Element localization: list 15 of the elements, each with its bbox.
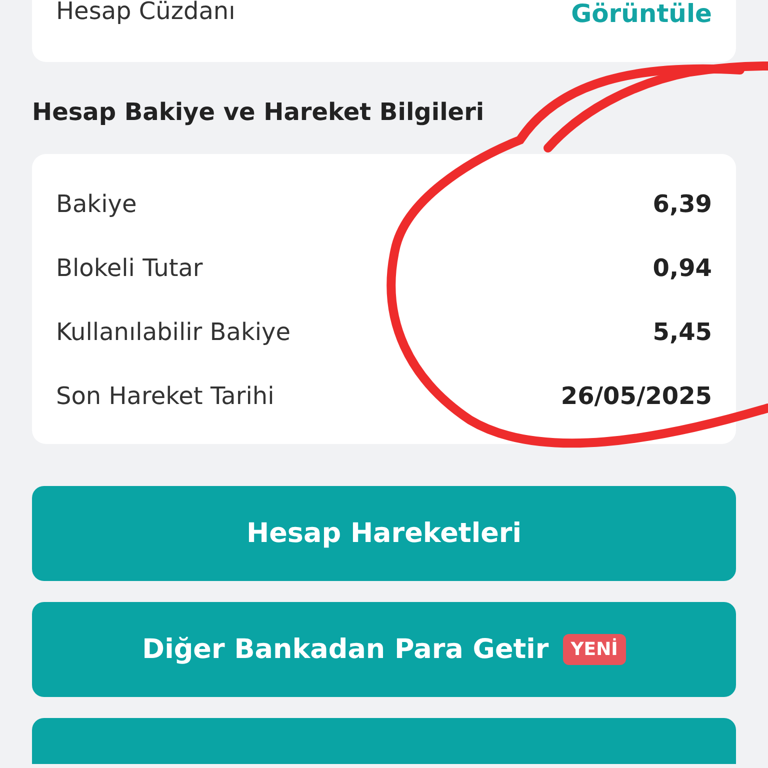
section-title: Hesap Bakiye ve Hareket Bilgileri [32, 97, 486, 128]
row-value: 6,39 [652, 190, 712, 218]
action-button[interactable]: Hesap Hareketleri [32, 486, 736, 581]
wallet-label: Hesap Cüzdanı [56, 0, 236, 24]
new-badge: YENİ [562, 634, 626, 665]
row-label: Blokeli Tutar [56, 254, 203, 282]
row-label: Kullanılabilir Bakiye [56, 318, 290, 346]
action-button[interactable] [32, 718, 736, 764]
row-label: Son Hareket Tarihi [56, 382, 274, 410]
row-label: Bakiye [56, 190, 137, 218]
row-value: 26/05/2025 [560, 382, 712, 410]
view-link[interactable]: Görüntüle [571, 0, 712, 28]
row-value: 5,45 [652, 318, 712, 346]
row-value: 0,94 [652, 254, 712, 282]
action-button[interactable]: Diğer Bankadan Para Getir YENİ [32, 602, 736, 697]
